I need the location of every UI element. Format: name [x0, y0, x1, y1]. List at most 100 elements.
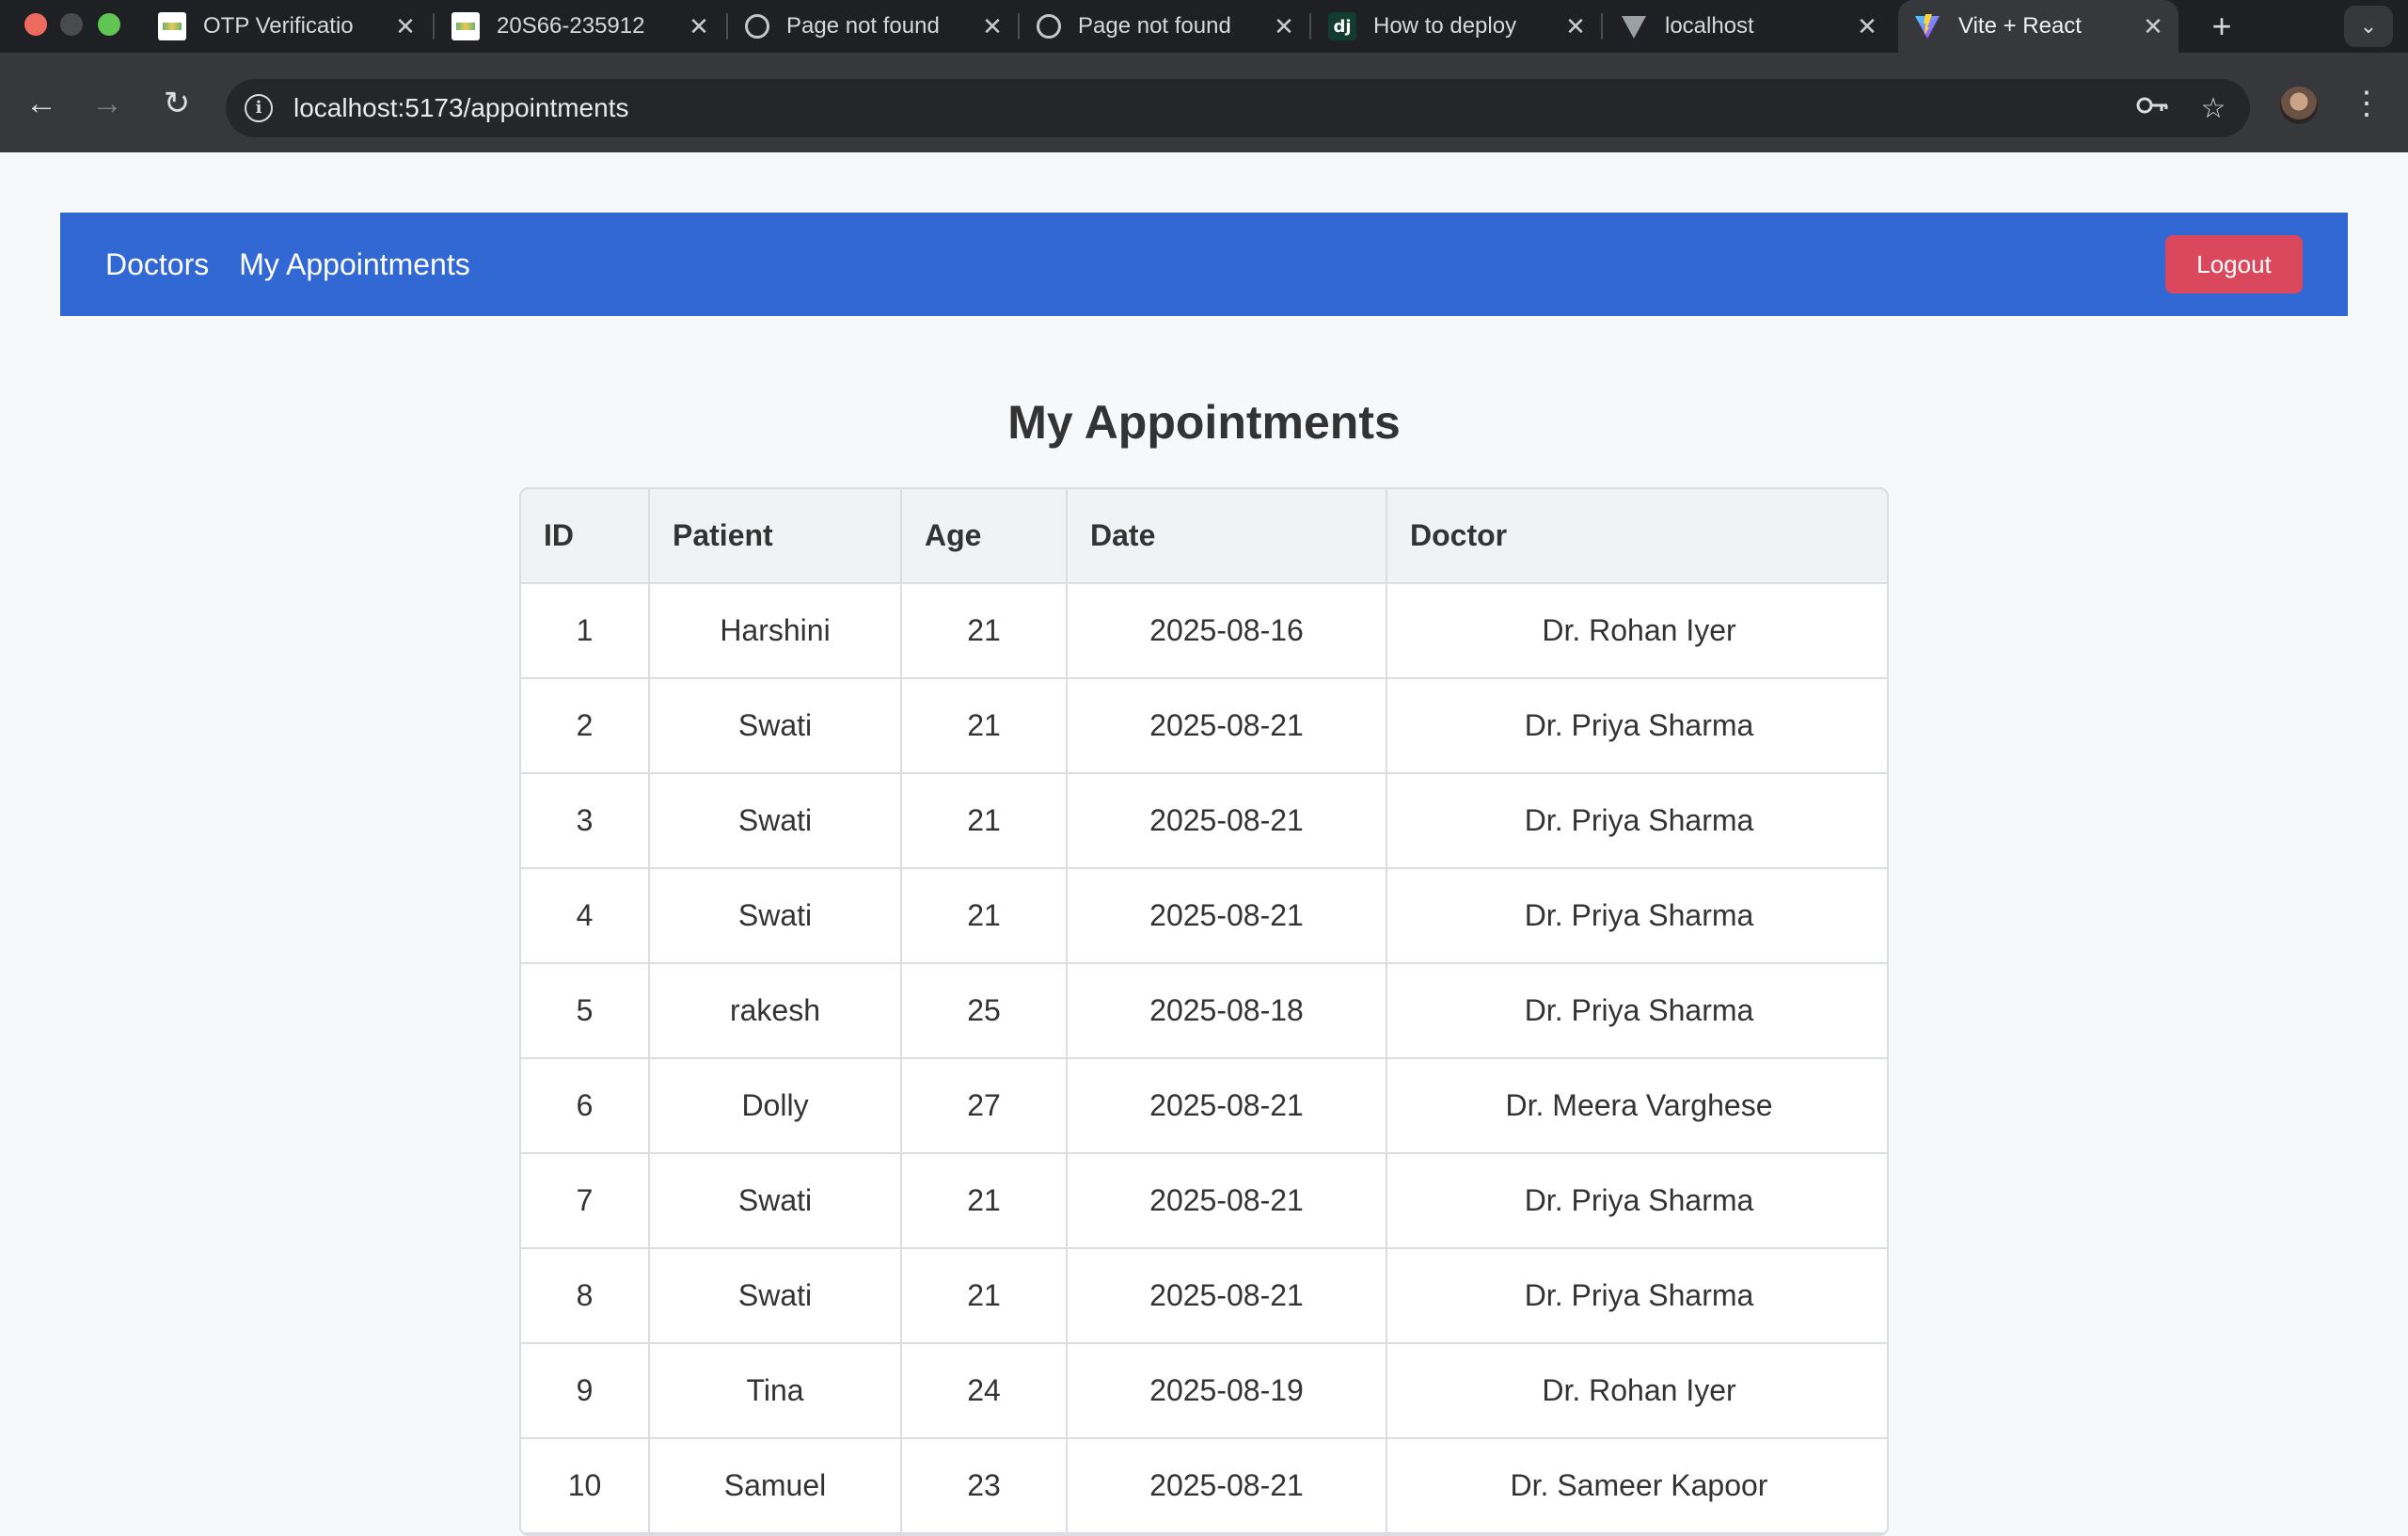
close-icon[interactable]: ✕	[685, 12, 713, 41]
tab-title: Page not found	[786, 13, 940, 39]
cell-doctor: Dr. Priya Sharma	[1386, 963, 1887, 1059]
address-bar[interactable]: i localhost:5173/appointments ☆	[226, 79, 2250, 137]
cell-doctor: Dr. Priya Sharma	[1386, 678, 1887, 774]
nav-link-my-appointments[interactable]: My Appointments	[239, 247, 469, 282]
tab-divider	[1601, 13, 1603, 40]
table-row: 10 Samuel 23 2025-08-21 Dr. Sameer Kapoor	[521, 1438, 1887, 1534]
cell-doctor: Dr. Rohan Iyer	[1386, 583, 1887, 679]
browser-tab[interactable]: localhost ✕	[1620, 0, 1893, 53]
cell-age: 27	[901, 1058, 1068, 1154]
tab-title: 20S66-235912	[497, 13, 645, 39]
minimize-window-button[interactable]	[60, 13, 83, 36]
tab-title: How to deploy	[1373, 13, 1517, 39]
column-header-age: Age	[901, 489, 1068, 584]
cell-id: 9	[521, 1343, 650, 1439]
logout-button[interactable]: Logout	[2165, 235, 2303, 293]
tab-divider	[1309, 13, 1311, 40]
cell-patient: Samuel	[649, 1438, 902, 1534]
browser-tab-active[interactable]: Vite + React ✕	[1898, 0, 2178, 53]
url-text[interactable]: localhost:5173/appointments	[293, 93, 2130, 123]
cell-patient: Tina	[649, 1343, 902, 1439]
browser-tab[interactable]: Page not found ✕	[1037, 0, 1309, 53]
cell-date: 2025-08-21	[1067, 1058, 1387, 1154]
table-row: 3 Swati 21 2025-08-21 Dr. Priya Sharma	[521, 773, 1887, 869]
cell-date: 2025-08-19	[1067, 1343, 1387, 1439]
image-favicon-icon	[158, 12, 186, 40]
forward-arrow-icon[interactable]: →	[87, 83, 128, 124]
close-icon[interactable]: ✕	[978, 12, 1006, 41]
password-key-icon[interactable]	[2130, 92, 2177, 124]
close-icon[interactable]: ✕	[1853, 12, 1881, 41]
cell-patient: Swati	[649, 678, 902, 774]
cell-id: 3	[521, 773, 650, 869]
cell-id: 7	[521, 1153, 650, 1249]
nav-link-doctors[interactable]: Doctors	[105, 247, 209, 282]
tab-divider	[1018, 13, 1020, 40]
globe-icon	[745, 14, 769, 39]
browser-tab[interactable]: Page not found ✕	[745, 0, 1018, 53]
reload-icon[interactable]: ↻	[156, 83, 198, 124]
page-viewport: Doctors My Appointments Logout My Appoin…	[0, 152, 2408, 1536]
tab-title: OTP Verificatio	[203, 13, 354, 39]
table-row: 6 Dolly 27 2025-08-21 Dr. Meera Varghese	[521, 1058, 1887, 1154]
vite-icon	[1620, 12, 1648, 40]
browser-tab-strip: OTP Verificatio ✕ 20S66-235912 ✕ Page no…	[0, 0, 2408, 53]
appointments-table: ID Patient Age Date Doctor 1 Harshini 21 20…	[519, 487, 1889, 1536]
image-favicon-icon	[452, 12, 480, 40]
cell-patient: Swati	[649, 1153, 902, 1249]
table-row: 7 Swati 21 2025-08-21 Dr. Priya Sharma	[521, 1153, 1887, 1249]
bookmark-star-icon[interactable]: ☆	[2190, 92, 2237, 125]
cell-date: 2025-08-21	[1067, 1248, 1387, 1344]
django-icon: dj	[1328, 12, 1356, 40]
browser-tab[interactable]: dj How to deploy ✕	[1328, 0, 1601, 53]
cell-age: 21	[901, 773, 1068, 869]
cell-age: 21	[901, 678, 1068, 774]
cell-date: 2025-08-21	[1067, 1438, 1387, 1534]
close-icon[interactable]: ✕	[1270, 12, 1298, 41]
cell-doctor: Dr. Priya Sharma	[1386, 773, 1887, 869]
cell-id: 1	[521, 583, 650, 679]
browser-tab[interactable]: 20S66-235912 ✕	[452, 0, 724, 53]
maximize-window-button[interactable]	[98, 13, 120, 36]
table-row: 8 Swati 21 2025-08-21 Dr. Priya Sharma	[521, 1248, 1887, 1344]
back-arrow-icon[interactable]: ←	[21, 83, 62, 124]
close-window-button[interactable]	[24, 13, 47, 36]
new-tab-button[interactable]: +	[2201, 6, 2242, 47]
profile-avatar[interactable]	[2280, 87, 2318, 124]
cell-id: 5	[521, 963, 650, 1059]
cell-date: 2025-08-16	[1067, 583, 1387, 679]
cell-doctor: Dr. Meera Varghese	[1386, 1058, 1887, 1154]
table-row: 1 Harshini 21 2025-08-16 Dr. Rohan Iyer	[521, 583, 1887, 679]
cell-age: 23	[901, 1438, 1068, 1534]
tab-divider	[433, 13, 435, 40]
table-header-row: ID Patient Age Date Doctor	[521, 489, 1887, 584]
cell-id: 4	[521, 868, 650, 964]
page-title: My Appointments	[1007, 396, 1401, 449]
cell-age: 21	[901, 583, 1068, 679]
browser-menu-icon[interactable]: ⋮	[2348, 83, 2385, 124]
column-header-id: ID	[521, 489, 650, 584]
cell-id: 10	[521, 1438, 650, 1534]
browser-tab[interactable]: OTP Verificatio ✕	[158, 0, 431, 53]
cell-patient: Dolly	[649, 1058, 902, 1154]
cell-id: 8	[521, 1248, 650, 1344]
cell-age: 21	[901, 868, 1068, 964]
table-row: 4 Swati 21 2025-08-21 Dr. Priya Sharma	[521, 868, 1887, 964]
tab-search-chevron-down-icon[interactable]: ⌄	[2344, 6, 2393, 47]
cell-doctor: Dr. Sameer Kapoor	[1386, 1438, 1887, 1534]
close-icon[interactable]: ✕	[2139, 12, 2167, 41]
cell-age: 25	[901, 963, 1068, 1059]
tab-divider	[726, 13, 728, 40]
browser-toolbar: ← → ↻ i localhost:5173/appointments ☆ ⋮	[0, 53, 2408, 152]
table-row: 5 rakesh 25 2025-08-18 Dr. Priya Sharma	[521, 963, 1887, 1059]
site-info-icon[interactable]: i	[245, 94, 273, 122]
cell-patient: Swati	[649, 1248, 902, 1344]
cell-patient: Harshini	[649, 583, 902, 679]
cell-date: 2025-08-21	[1067, 678, 1387, 774]
close-icon[interactable]: ✕	[391, 12, 420, 41]
close-icon[interactable]: ✕	[1561, 12, 1590, 41]
app-navbar: Doctors My Appointments Logout	[60, 213, 2348, 316]
cell-date: 2025-08-21	[1067, 868, 1387, 964]
table-row: 2 Swati 21 2025-08-21 Dr. Priya Sharma	[521, 678, 1887, 774]
cell-patient: rakesh	[649, 963, 902, 1059]
